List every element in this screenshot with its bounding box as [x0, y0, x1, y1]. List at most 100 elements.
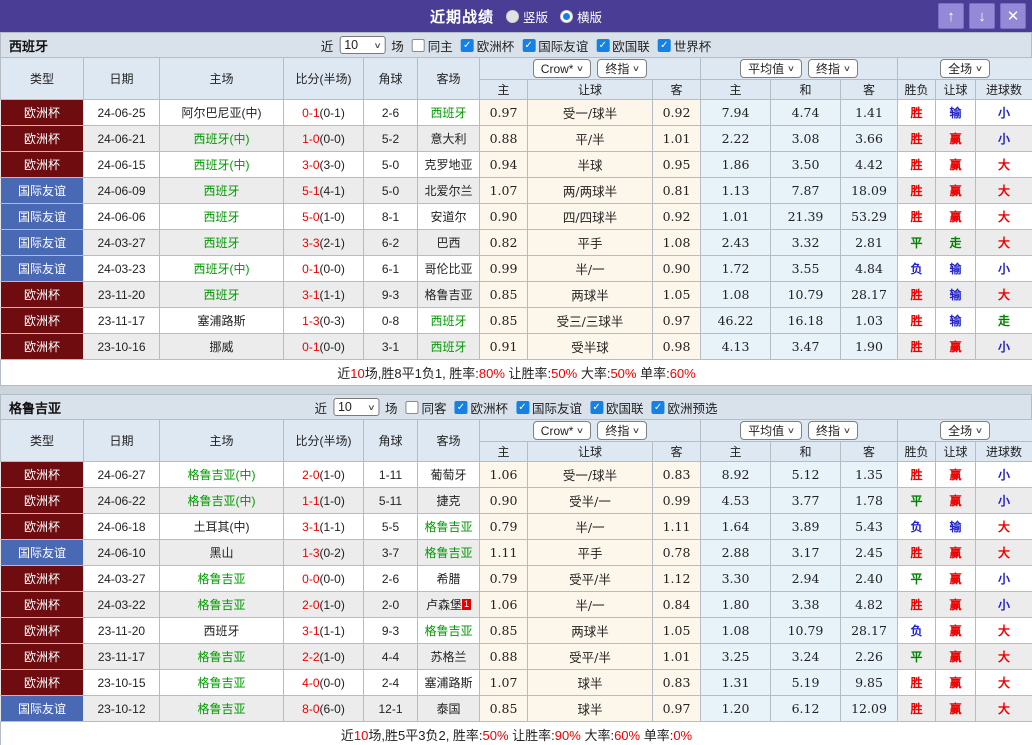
stage-dropdown[interactable]: 终指∨: [808, 421, 858, 440]
column-header: 主: [701, 442, 771, 462]
layout-vertical-radio[interactable]: 竖版: [506, 7, 548, 26]
result-wdl: 负: [898, 256, 936, 282]
home-team: 格鲁吉亚: [160, 644, 284, 670]
match-date: 24-06-15: [84, 152, 160, 178]
match-date: 23-11-20: [84, 618, 160, 644]
avg-home: 4.13: [701, 334, 771, 360]
match-date: 23-11-17: [84, 308, 160, 334]
handicap-line: 受半球: [528, 334, 653, 360]
avg-away: 4.84: [841, 256, 898, 282]
competition-checkbox[interactable]: ✓: [658, 39, 671, 52]
score: 1-0(0-0): [284, 126, 364, 152]
competition-checkbox[interactable]: ✓: [461, 39, 474, 52]
home-team: 挪威: [160, 334, 284, 360]
column-header: 主: [701, 80, 771, 100]
competition-checkbox[interactable]: ✓: [516, 401, 529, 414]
corners: 9-3: [364, 282, 418, 308]
bookmaker-dropdown[interactable]: Crow*∨: [533, 421, 592, 440]
odds-home: 0.88: [480, 644, 528, 670]
move-down-button[interactable]: ↓: [969, 3, 995, 29]
handicap-line: 半/一: [528, 256, 653, 282]
avg-away: 1.03: [841, 308, 898, 334]
column-header: 客场: [418, 58, 480, 100]
result-handicap: 赢: [936, 178, 976, 204]
result-goals: 小: [976, 334, 1032, 360]
result-handicap: 输: [936, 256, 976, 282]
corners: 2-4: [364, 670, 418, 696]
away-team: 北爱尔兰: [418, 178, 480, 204]
column-header: 主场: [160, 58, 284, 100]
result-handicap: 赢: [936, 152, 976, 178]
result-goals: 大: [976, 282, 1032, 308]
chevron-down-icon: ∨: [576, 64, 584, 73]
average-dropdown[interactable]: 平均值∨: [740, 59, 802, 78]
score: 1-1(1-0): [284, 488, 364, 514]
stage-dropdown[interactable]: 终指∨: [597, 59, 647, 78]
match-type: 国际友谊: [1, 204, 84, 230]
score: 8-0(6-0): [284, 696, 364, 722]
stage-dropdown[interactable]: 终指∨: [597, 421, 647, 440]
dropdown-label: Crow*: [541, 424, 574, 438]
corners: 5-0: [364, 152, 418, 178]
home-team: 格鲁吉亚: [160, 696, 284, 722]
result-wdl: 胜: [898, 100, 936, 126]
summary-part: 大率:: [581, 728, 614, 743]
avg-draw: 3.24: [771, 644, 841, 670]
radio-selected-icon: [560, 10, 573, 23]
result-handicap: 赢: [936, 644, 976, 670]
summary-part: 50%: [551, 366, 577, 381]
final-score: 1-1: [302, 494, 319, 508]
away-team: 捷克: [418, 488, 480, 514]
result-goals: 大: [976, 644, 1032, 670]
matches-table: 类型日期主场比分(半场)角球客场Crow*∨终指∨平均值∨终指∨全场∨主让球客主…: [0, 57, 1032, 386]
competition-checkbox[interactable]: ✓: [454, 401, 467, 414]
odds-home: 1.11: [480, 540, 528, 566]
competition-label: 欧洲杯: [470, 398, 508, 417]
column-header: 让球: [528, 80, 653, 100]
handicap-line: 两球半: [528, 618, 653, 644]
match-type: 欧洲杯: [1, 618, 84, 644]
recent-count-select[interactable]: 10∨: [339, 36, 385, 54]
layout-horizontal-radio[interactable]: 横版: [560, 7, 602, 26]
average-dropdown[interactable]: 平均值∨: [740, 421, 802, 440]
stage-dropdown[interactable]: 终指∨: [808, 59, 858, 78]
same-venue-checkbox[interactable]: [405, 401, 418, 414]
scope-dropdown[interactable]: 全场∨: [940, 421, 990, 440]
corners: 2-0: [364, 592, 418, 618]
competition-checkbox[interactable]: ✓: [652, 401, 665, 414]
competition-checkbox[interactable]: ✓: [590, 401, 603, 414]
summary-row: 近10场,胜5平3负2, 胜率:50% 让胜率:90% 大率:60% 单率:0%: [1, 722, 1032, 745]
dropdown-label: 终指: [816, 422, 840, 439]
scope-dropdown[interactable]: 全场∨: [940, 59, 990, 78]
home-team: 阿尔巴尼亚(中): [160, 100, 284, 126]
close-button[interactable]: ✕: [1000, 3, 1026, 29]
final-score: 3-1: [302, 624, 319, 638]
move-up-button[interactable]: ↑: [938, 3, 964, 29]
column-header: 日期: [84, 58, 160, 100]
recent-count-select[interactable]: 10∨: [333, 398, 379, 416]
competition-checkbox[interactable]: ✓: [596, 39, 609, 52]
score: 0-0(0-0): [284, 566, 364, 592]
column-header: 角球: [364, 58, 418, 100]
final-score: 5-1: [302, 184, 319, 198]
avg-draw: 4.74: [771, 100, 841, 126]
radio-icon: [506, 10, 519, 23]
handicap-line: 受三/三球半: [528, 308, 653, 334]
odds-away: 0.92: [653, 204, 701, 230]
odds-home: 0.85: [480, 618, 528, 644]
summary-part: 单率:: [636, 366, 669, 381]
result-wdl: 平: [898, 566, 936, 592]
result-goals: 大: [976, 696, 1032, 722]
home-team: 格鲁吉亚: [160, 566, 284, 592]
result-goals: 小: [976, 462, 1032, 488]
dropdown-group: 平均值∨ 终指∨: [701, 421, 897, 440]
half-score: (1-0): [320, 494, 345, 508]
avg-away: 4.42: [841, 152, 898, 178]
competition-checkbox[interactable]: ✓: [522, 39, 535, 52]
odds-home: 0.85: [480, 696, 528, 722]
same-venue-checkbox[interactable]: [412, 39, 425, 52]
matches-table: 类型日期主场比分(半场)角球客场Crow*∨终指∨平均值∨终指∨全场∨主让球客主…: [0, 419, 1032, 745]
bookmaker-dropdown[interactable]: Crow*∨: [533, 59, 592, 78]
result-goals: 大: [976, 540, 1032, 566]
half-score: (1-1): [320, 288, 345, 302]
